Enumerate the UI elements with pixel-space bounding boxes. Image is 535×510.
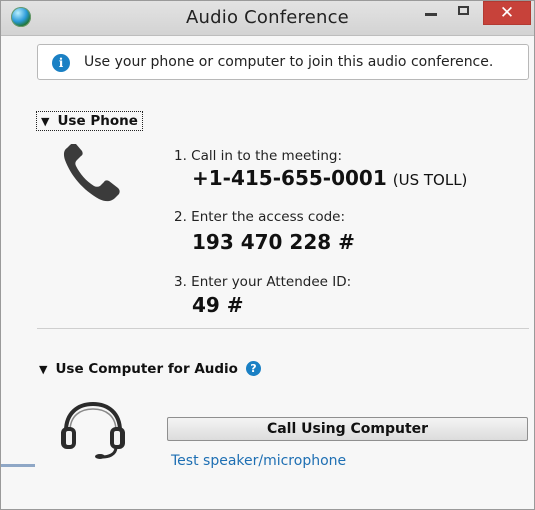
info-icon: i xyxy=(52,54,70,72)
help-icon[interactable]: ? xyxy=(245,361,261,376)
step-3-label: 3. Enter your Attendee ID: xyxy=(174,274,352,290)
toll-label: (US TOLL) xyxy=(392,171,468,189)
phone-handset-icon xyxy=(63,144,120,202)
section-divider xyxy=(37,328,529,329)
attendee-id-value: 49 # xyxy=(192,293,244,317)
maximize-button[interactable] xyxy=(448,1,478,25)
step-2-label: 2. Enter the access code: xyxy=(174,209,346,225)
info-banner-text: Use your phone or computer to join this … xyxy=(84,54,494,70)
call-using-computer-button[interactable]: Call Using Computer xyxy=(167,417,528,441)
dial-in-number-value: +1-415-655-0001 xyxy=(192,166,387,190)
audio-conference-window: Audio Conference ✕ i Use your phone or c… xyxy=(0,0,535,510)
step-1-label: 1. Call in to the meeting: xyxy=(174,148,343,164)
access-code-value: 193 470 228 # xyxy=(192,230,355,254)
use-phone-label: Use Phone xyxy=(57,113,138,129)
close-button[interactable]: ✕ xyxy=(483,1,531,25)
test-speaker-microphone-link[interactable]: Test speaker/microphone xyxy=(171,453,346,469)
use-computer-audio-toggle[interactable]: ▼ Use Computer for Audio? xyxy=(39,361,261,377)
use-phone-toggle[interactable]: ▼ Use Phone xyxy=(36,111,143,131)
headset-icon xyxy=(61,401,125,459)
background-edge-line xyxy=(1,464,35,467)
minimize-button[interactable] xyxy=(416,1,446,25)
expand-triangle-icon: ▼ xyxy=(41,115,50,128)
expand-triangle-icon: ▼ xyxy=(39,363,48,376)
info-banner: i Use your phone or computer to join thi… xyxy=(37,44,529,80)
dial-in-number: +1-415-655-0001 (US TOLL) xyxy=(192,166,467,190)
title-bar[interactable]: Audio Conference ✕ xyxy=(1,1,534,36)
use-computer-audio-label: Use Computer for Audio xyxy=(55,361,238,377)
